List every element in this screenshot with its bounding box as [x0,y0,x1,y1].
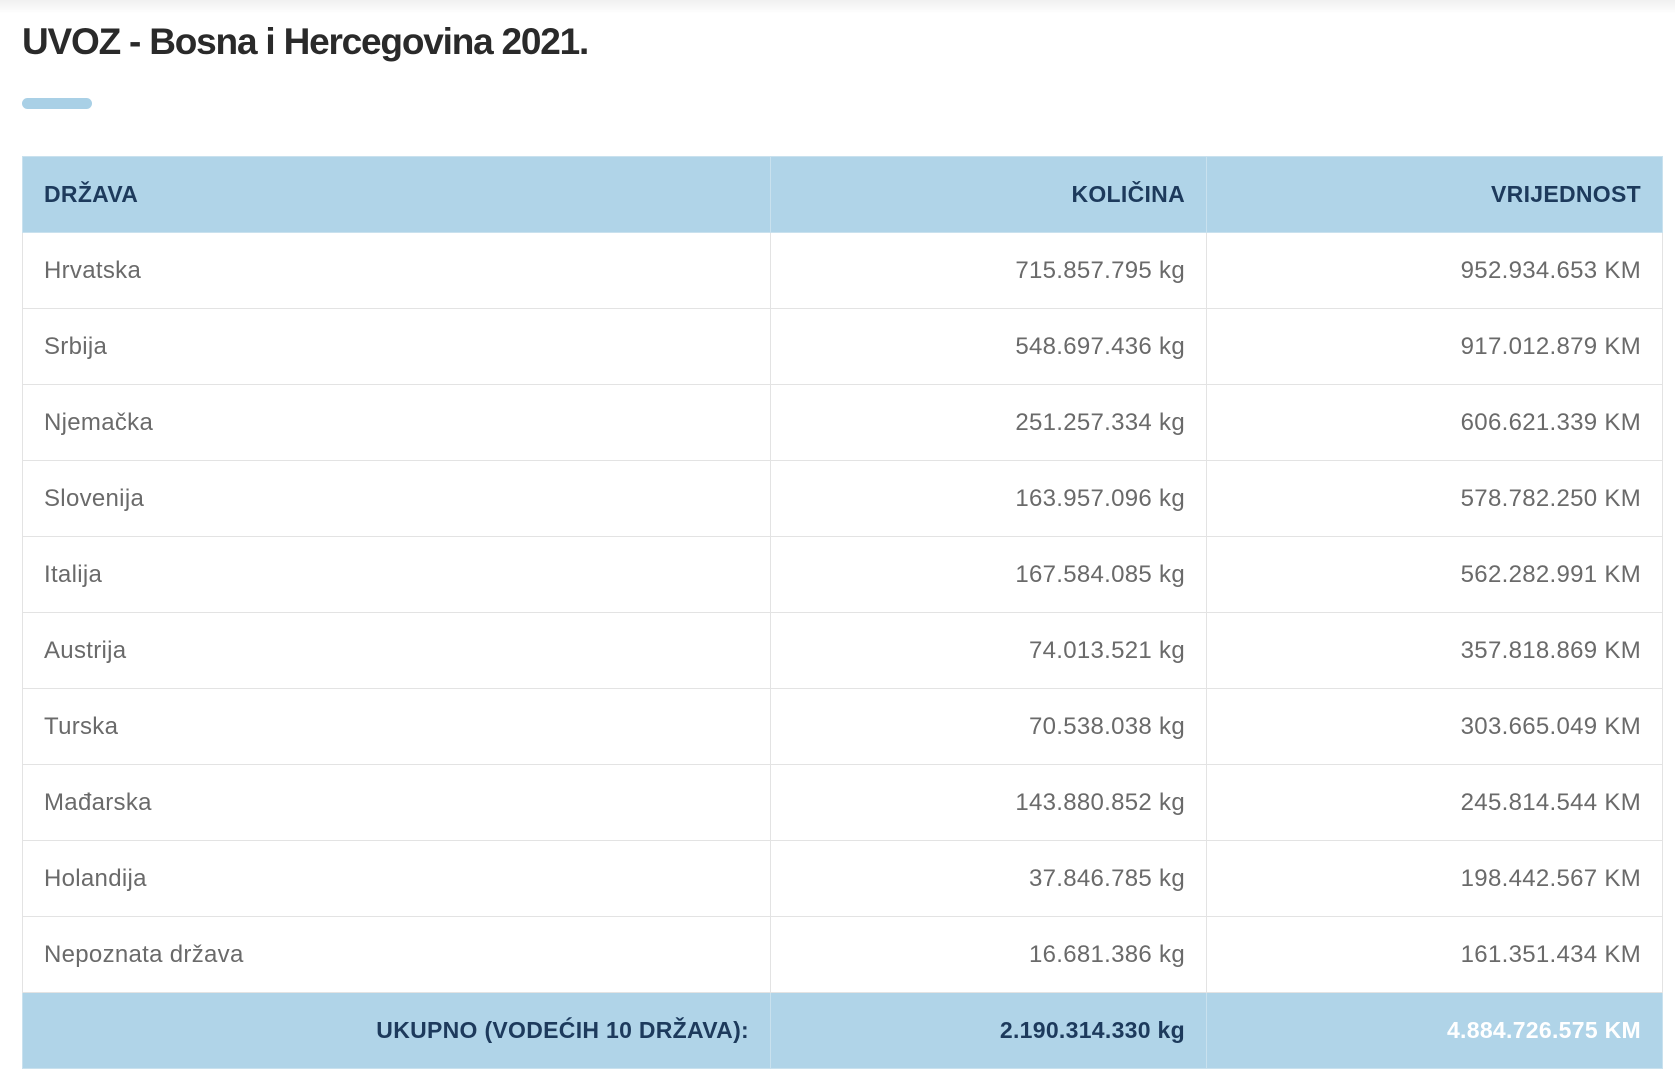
column-header-value: VRIJEDNOST [1206,156,1663,233]
table-row: Holandija 37.846.785 kg 198.442.567 KM [22,840,1663,917]
cell-country: Srbija [22,308,771,385]
header-row: DRŽAVA KOLIČINA VRIJEDNOST [22,156,1663,233]
cell-quantity: 163.957.096 kg [770,460,1207,537]
table-row: Njemačka 251.257.334 kg 606.621.339 KM [22,384,1663,461]
import-table: DRŽAVA KOLIČINA VRIJEDNOST Hrvatska 715.… [22,156,1663,1069]
cell-country: Austrija [22,612,771,689]
column-header-country: DRŽAVA [22,156,771,233]
table-row: Slovenija 163.957.096 kg 578.782.250 KM [22,460,1663,537]
cell-quantity: 167.584.085 kg [770,536,1207,613]
table-body: Hrvatska 715.857.795 kg 952.934.653 KM S… [22,232,1663,993]
cell-quantity: 251.257.334 kg [770,384,1207,461]
table-row: Nepoznata država 16.681.386 kg 161.351.4… [22,916,1663,993]
total-value: 4.884.726.575 KM [1206,992,1663,1069]
cell-value: 198.442.567 KM [1206,840,1663,917]
table-row: Srbija 548.697.436 kg 917.012.879 KM [22,308,1663,385]
total-quantity: 2.190.314.330 kg [770,992,1207,1069]
column-header-quantity: KOLIČINA [770,156,1207,233]
cell-country: Holandija [22,840,771,917]
cell-value: 245.814.544 KM [1206,764,1663,841]
cell-country: Turska [22,688,771,765]
total-row: UKUPNO (VODEĆIH 10 DRŽAVA): 2.190.314.33… [22,992,1663,1069]
table-row: Hrvatska 715.857.795 kg 952.934.653 KM [22,232,1663,309]
page-title: UVOZ - Bosna i Hercegovina 2021. [22,21,589,62]
cell-country: Nepoznata država [22,916,771,993]
cell-country: Slovenija [22,460,771,537]
table-row: Austrija 74.013.521 kg 357.818.869 KM [22,612,1663,689]
table-row: Italija 167.584.085 kg 562.282.991 KM [22,536,1663,613]
cell-value: 606.621.339 KM [1206,384,1663,461]
cell-value: 578.782.250 KM [1206,460,1663,537]
cell-value: 562.282.991 KM [1206,536,1663,613]
cell-quantity: 548.697.436 kg [770,308,1207,385]
cell-quantity: 16.681.386 kg [770,916,1207,993]
cell-quantity: 37.846.785 kg [770,840,1207,917]
cell-value: 161.351.434 KM [1206,916,1663,993]
cell-value: 303.665.049 KM [1206,688,1663,765]
cell-quantity: 74.013.521 kg [770,612,1207,689]
table-header: DRŽAVA KOLIČINA VRIJEDNOST [22,156,1663,233]
table-row: Mađarska 143.880.852 kg 245.814.544 KM [22,764,1663,841]
total-label: UKUPNO (VODEĆIH 10 DRŽAVA): [22,992,771,1069]
cell-quantity: 715.857.795 kg [770,232,1207,309]
cell-country: Njemačka [22,384,771,461]
cell-quantity: 143.880.852 kg [770,764,1207,841]
cell-quantity: 70.538.038 kg [770,688,1207,765]
table-row: Turska 70.538.038 kg 303.665.049 KM [22,688,1663,765]
title-accent-bar [22,98,92,109]
cell-country: Hrvatska [22,232,771,309]
cell-value: 357.818.869 KM [1206,612,1663,689]
cell-value: 952.934.653 KM [1206,232,1663,309]
page: UVOZ - Bosna i Hercegovina 2021. DRŽAVA … [0,0,1675,1080]
table-footer: UKUPNO (VODEĆIH 10 DRŽAVA): 2.190.314.33… [22,992,1663,1069]
cell-country: Mađarska [22,764,771,841]
cell-value: 917.012.879 KM [1206,308,1663,385]
cell-country: Italija [22,536,771,613]
